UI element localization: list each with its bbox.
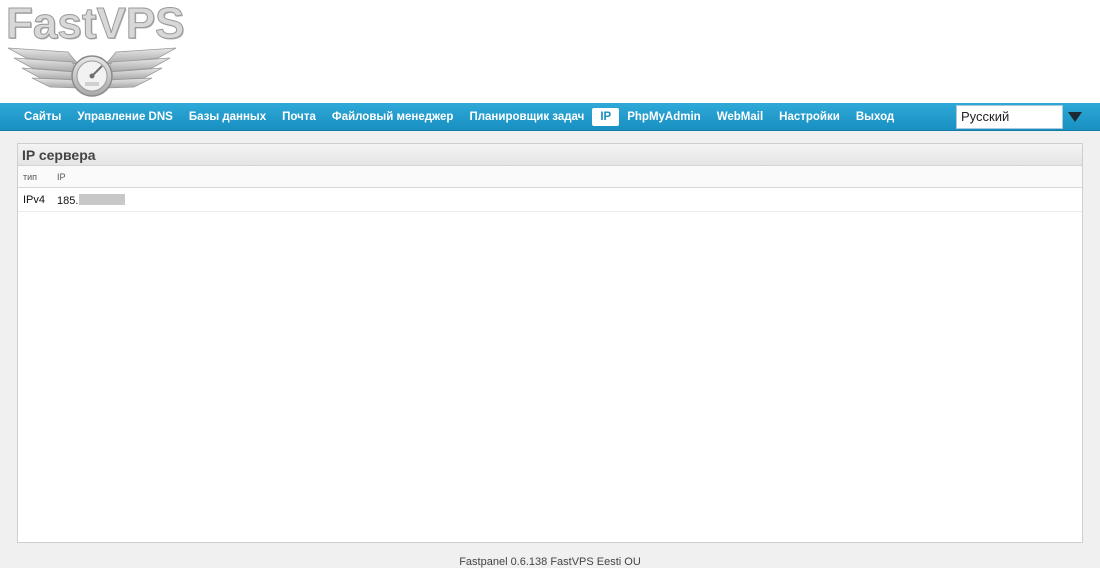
- nav-item-webmail[interactable]: WebMail: [709, 108, 771, 126]
- nav-item-logout[interactable]: Выход: [848, 108, 902, 126]
- nav-item-scheduler[interactable]: Планировщик задач: [461, 108, 592, 126]
- language-select[interactable]: Русский: [956, 105, 1063, 129]
- nav-item-mail[interactable]: Почта: [274, 108, 324, 126]
- nav-menu: Сайты Управление DNS Базы данных Почта Ф…: [16, 103, 902, 131]
- fastvps-logo[interactable]: FastVPS: [6, 1, 185, 102]
- main-navbar: Сайты Управление DNS Базы данных Почта Ф…: [0, 103, 1100, 131]
- logo-text: FastVPS: [6, 0, 186, 48]
- table-row: IPv4 185.: [18, 188, 1082, 212]
- nav-item-settings[interactable]: Настройки: [771, 108, 848, 126]
- nav-item-file-manager[interactable]: Файловый менеджер: [324, 108, 462, 126]
- ip-prefix: 185.: [57, 195, 79, 207]
- nav-item-ip[interactable]: IP: [592, 108, 620, 126]
- nav-item-dns[interactable]: Управление DNS: [69, 108, 180, 126]
- chevron-down-icon[interactable]: [1066, 110, 1084, 124]
- panel-title: IP сервера: [18, 144, 1082, 166]
- nav-item-sites[interactable]: Сайты: [16, 108, 69, 126]
- header: FastVPS: [0, 0, 1100, 103]
- column-header-ip: IP: [57, 172, 66, 182]
- nav-item-phpmyadmin[interactable]: PhpMyAdmin: [619, 108, 708, 126]
- footer-text: Fastpanel 0.6.138 FastVPS Eesti OU: [459, 556, 641, 568]
- cell-ip-address: 185.: [57, 194, 126, 207]
- cell-ip-type: IPv4: [23, 194, 46, 206]
- server-ip-panel: IP сервера тип IP IPv4 185.: [17, 143, 1083, 543]
- winged-speedometer-icon: [7, 47, 177, 97]
- table-header: тип IP: [18, 166, 1082, 188]
- ip-redaction-block: [79, 194, 126, 205]
- nav-item-databases[interactable]: Базы данных: [181, 108, 274, 126]
- column-header-type: тип: [23, 172, 38, 182]
